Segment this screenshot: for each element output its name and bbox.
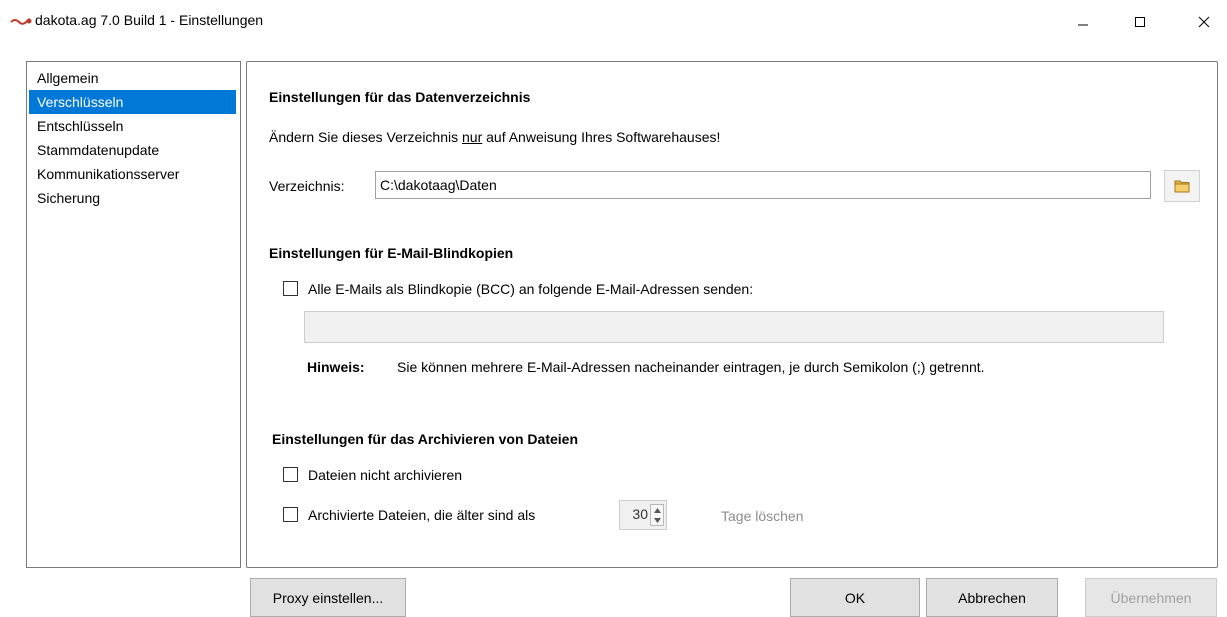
nav-item-verschluesseln[interactable]: Verschlüsseln bbox=[29, 90, 236, 114]
proxy-settings-button[interactable]: Proxy einstellen... bbox=[250, 578, 406, 617]
nav-item-kommunikationsserver[interactable]: Kommunikationsserver bbox=[29, 162, 236, 186]
bcc-checkbox-label[interactable]: Alle E-Mails als Blindkopie (BCC) an fol… bbox=[308, 281, 753, 297]
apply-button[interactable]: Übernehmen bbox=[1085, 578, 1217, 617]
maximize-icon bbox=[1135, 17, 1145, 27]
window-title: dakota.ag 7.0 Build 1 - Einstellungen bbox=[35, 12, 264, 28]
notice-text-emphasis: nur bbox=[462, 129, 483, 145]
settings-category-list[interactable]: Allgemein Verschlüsseln Entschlüsseln St… bbox=[26, 61, 241, 568]
nav-item-stammdatenupdate[interactable]: Stammdatenupdate bbox=[29, 138, 236, 162]
no-archive-label[interactable]: Dateien nicht archivieren bbox=[308, 467, 462, 483]
days-value: 30 bbox=[632, 506, 648, 522]
nav-item-allgemein[interactable]: Allgemein bbox=[29, 66, 236, 90]
cancel-button[interactable]: Abbrechen bbox=[926, 578, 1058, 617]
notice-text-end: auf Anweisung Ihres Softwarehauses! bbox=[482, 129, 721, 145]
days-suffix-label: Tage löschen bbox=[721, 508, 804, 524]
ok-button[interactable]: OK bbox=[790, 578, 920, 617]
bcc-address-input[interactable] bbox=[304, 311, 1164, 343]
data-dir-heading: Einstellungen für das Datenverzeichnis bbox=[269, 89, 531, 105]
folder-icon bbox=[1174, 180, 1190, 193]
settings-window: dakota.ag 7.0 Build 1 - Einstellungen Al… bbox=[0, 0, 1227, 617]
app-logo-icon bbox=[10, 18, 32, 25]
minimize-icon bbox=[1078, 24, 1088, 26]
bcc-checkbox[interactable] bbox=[283, 281, 298, 296]
title-bar[interactable]: dakota.ag 7.0 Build 1 - Einstellungen bbox=[0, 0, 1227, 44]
minimize-button[interactable] bbox=[1060, 0, 1106, 44]
notice-text-start: Ändern Sie dieses Verzeichnis bbox=[269, 129, 462, 145]
delete-archived-checkbox[interactable] bbox=[283, 507, 298, 522]
delete-archived-label[interactable]: Archivierte Dateien, die älter sind als bbox=[308, 507, 535, 523]
days-stepper-arrows[interactable] bbox=[650, 504, 664, 526]
directory-input[interactable]: C:\dakotaag\Daten bbox=[375, 171, 1151, 199]
days-stepper[interactable]: 30 bbox=[619, 500, 667, 530]
close-icon bbox=[1198, 16, 1210, 28]
no-archive-checkbox[interactable] bbox=[283, 467, 298, 482]
nav-item-sicherung[interactable]: Sicherung bbox=[29, 186, 236, 210]
settings-panel: Einstellungen für das Datenverzeichnis Ä… bbox=[246, 61, 1218, 568]
bcc-heading: Einstellungen für E-Mail-Blindkopien bbox=[269, 245, 514, 261]
data-dir-notice: Ändern Sie dieses Verzeichnis nur auf An… bbox=[269, 129, 720, 145]
hint-label: Hinweis: bbox=[307, 359, 365, 375]
hint-text: Sie können mehrere E-Mail-Adressen nache… bbox=[397, 359, 985, 375]
arrow-up-icon[interactable] bbox=[653, 507, 661, 513]
archive-heading: Einstellungen für das Archivieren von Da… bbox=[272, 431, 578, 447]
directory-label: Verzeichnis: bbox=[269, 178, 345, 194]
browse-directory-button[interactable] bbox=[1164, 170, 1200, 202]
maximize-button[interactable] bbox=[1117, 0, 1163, 44]
close-button[interactable] bbox=[1181, 0, 1227, 44]
nav-item-entschluesseln[interactable]: Entschlüsseln bbox=[29, 114, 236, 138]
arrow-down-icon[interactable] bbox=[653, 517, 661, 523]
